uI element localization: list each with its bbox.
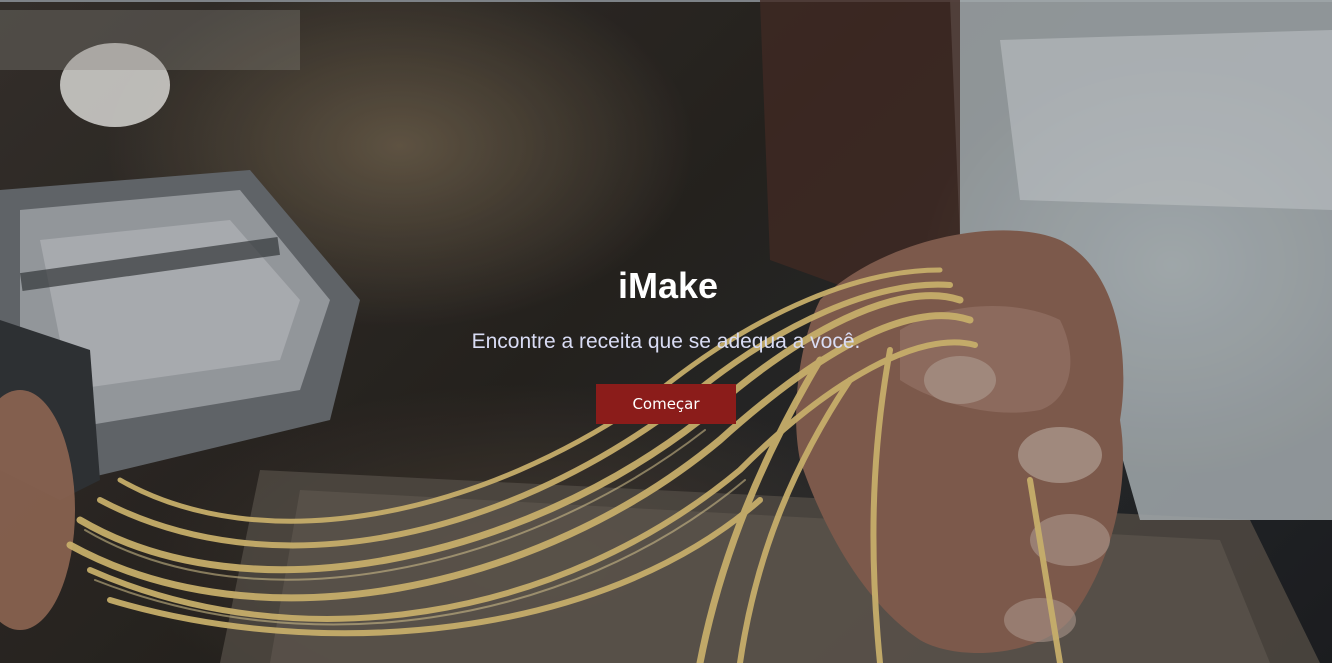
hero-subtitle: Encontre a receita que se adequa a você. [471,330,861,353]
page-title: iMake [617,265,719,306]
start-button[interactable]: Começar [596,384,736,424]
hero-section: iMake Encontre a receita que se adequa a… [0,0,1332,663]
hero-content: iMake Encontre a receita que se adequa a… [0,262,1332,424]
